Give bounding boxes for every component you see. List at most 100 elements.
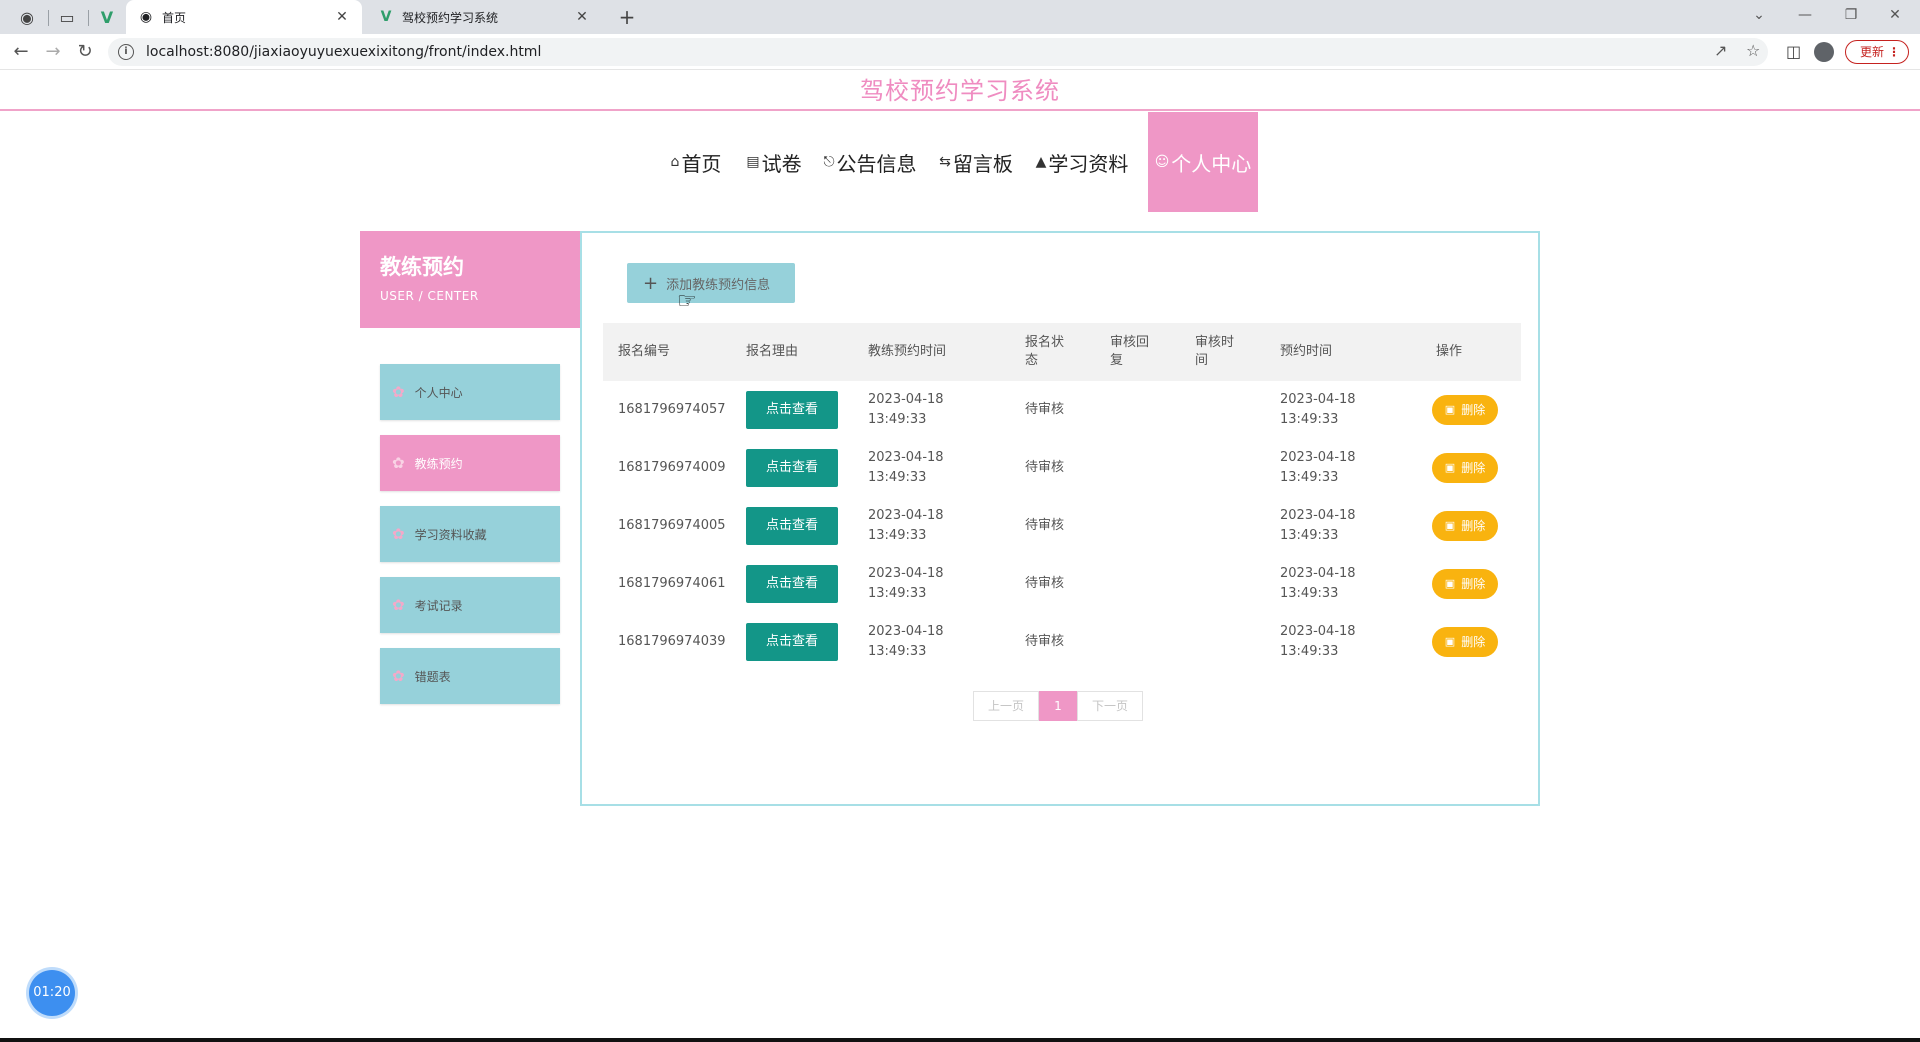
book-date: 2023-04-18 — [1280, 392, 1356, 407]
sidebar-item-exam-records[interactable]: ✿ 考试记录 — [380, 577, 560, 633]
delete-label: 删除 — [1461, 519, 1486, 533]
view-details-button[interactable]: 点击查看 — [746, 391, 838, 429]
more-menu-icon: ⋮ — [1888, 45, 1900, 59]
pinned-tab-window-icon[interactable]: ▭ — [50, 4, 84, 30]
book-time: 13:49:33 — [1280, 412, 1339, 427]
book-date: 2023-04-18 — [1280, 566, 1356, 581]
nav-label: 学习资料 — [1048, 151, 1129, 176]
column-header: 报名编号 — [618, 344, 671, 359]
nav-label: 留言板 — [952, 151, 1013, 176]
book-date: 2023-04-18 — [1280, 624, 1356, 639]
pinned-tab-globe-icon[interactable]: ◉ — [10, 4, 44, 30]
trash-icon: ▣ — [1444, 577, 1456, 590]
status-text: 待审核 — [1025, 402, 1065, 417]
view-details-button[interactable]: 点击查看 — [746, 507, 838, 545]
back-arrow-icon[interactable]: ← — [8, 40, 34, 64]
delete-button[interactable]: ▣ 删除 — [1432, 453, 1498, 483]
booking-id: 1681796974009 — [618, 460, 726, 475]
share-icon[interactable]: ↗ — [1714, 41, 1727, 60]
nav-item-message-board[interactable]: ⇆ 留言板 — [936, 112, 1016, 212]
vue-icon: V — [380, 9, 392, 25]
booking-time: 2023-04-18 13:49:33 — [1280, 439, 1400, 497]
forward-arrow-icon[interactable]: → — [40, 40, 66, 64]
browser-toolbar: ← → ↻ i localhost:8080/jiaxiaoyuyuexuexi… — [0, 34, 1920, 70]
minimize-button[interactable]: — — [1782, 0, 1828, 30]
nav-item-study-materials[interactable]: ▲ 学习资料 — [1032, 112, 1132, 212]
coach-time: 13:49:33 — [868, 586, 927, 601]
book-time: 13:49:33 — [1280, 470, 1339, 485]
update-button[interactable]: 更新 ⋮ — [1845, 40, 1909, 64]
sidebar-title: 教练预约 — [380, 255, 464, 279]
browser-tab[interactable]: V 驾校预约学习系统 ✕ — [366, 0, 602, 34]
home-icon: ⌂ — [670, 154, 680, 170]
site-info-icon[interactable]: i — [118, 44, 134, 60]
url-text: localhost:8080/jiaxiaoyuyuexuexixitong/f… — [146, 44, 542, 60]
new-tab-button[interactable]: + — [614, 4, 640, 30]
browser-tab-active[interactable]: ◉ 首页 ✕ — [126, 0, 362, 34]
view-details-button[interactable]: 点击查看 — [746, 565, 838, 603]
main-nav: ⌂ 首页 ▤ 试卷 ⎋ 公告信息 ⇆ 留言板 ▲ 学习资料 ☺ 个人中心 — [0, 112, 1920, 212]
actions-cell: ▣ 删除 — [1432, 381, 1512, 439]
trash-icon: ▣ — [1444, 461, 1456, 474]
review-time — [1195, 613, 1255, 671]
nav-item-paper[interactable]: ▤ 试卷 — [744, 112, 804, 212]
nav-item-notice[interactable]: ⎋ 公告信息 — [820, 112, 920, 212]
address-bar[interactable]: i localhost:8080/jiaxiaoyuyuexuexixitong… — [108, 38, 1768, 66]
reason-cell: 点击查看 — [746, 613, 846, 671]
page-number-current[interactable]: 1 — [1039, 691, 1077, 721]
reason-cell: 点击查看 — [746, 439, 846, 497]
delete-label: 删除 — [1461, 635, 1486, 649]
booking-table: 报名编号 报名理由 教练预约时间 报名状态 审核回复 审核时间 预约时间 操作 … — [603, 323, 1521, 671]
next-page-button[interactable]: 下一页 — [1077, 691, 1143, 721]
booking-time: 2023-04-18 13:49:33 — [1280, 555, 1400, 613]
close-tab-icon[interactable]: ✕ — [334, 9, 350, 25]
flower-icon: ✿ — [392, 596, 405, 614]
book-date: 2023-04-18 — [1280, 450, 1356, 465]
bookmark-star-icon[interactable]: ☆ — [1746, 41, 1760, 60]
tab-separator — [48, 10, 49, 26]
notice-icon: ⎋ — [823, 154, 835, 170]
coach-date: 2023-04-18 — [868, 566, 944, 581]
close-tab-icon[interactable]: ✕ — [574, 9, 590, 25]
sidebar-item-label: 考试记录 — [414, 598, 463, 613]
sidebar-item-wrong-questions[interactable]: ✿ 错题表 — [380, 648, 560, 704]
sidebar-item-user-center[interactable]: ✿ 个人中心 — [380, 364, 560, 420]
view-details-button[interactable]: 点击查看 — [746, 623, 838, 661]
profile-avatar[interactable] — [1814, 42, 1834, 62]
restore-button[interactable]: ❐ — [1828, 0, 1874, 30]
booking-id: 1681796974057 — [618, 402, 726, 417]
pinned-tab-vue-icon[interactable]: V — [90, 4, 124, 30]
column-header: 报名理由 — [746, 344, 799, 359]
sidebar-item-coach-booking[interactable]: ✿ 教练预约 — [380, 435, 560, 491]
review-reply — [1110, 497, 1170, 555]
delete-button[interactable]: ▣ 删除 — [1432, 627, 1498, 657]
column-header: 操作 — [1436, 344, 1463, 359]
prev-page-button[interactable]: 上一页 — [973, 691, 1039, 721]
close-window-button[interactable]: ✕ — [1872, 0, 1918, 30]
delete-button[interactable]: ▣ 删除 — [1432, 569, 1498, 599]
delete-button[interactable]: ▣ 删除 — [1432, 511, 1498, 541]
view-details-button[interactable]: 点击查看 — [746, 449, 838, 487]
status-text: 待审核 — [1025, 634, 1065, 649]
nav-label: 个人中心 — [1171, 151, 1252, 176]
recording-timer: 01:20 — [29, 970, 75, 1016]
reason-cell: 点击查看 — [746, 381, 846, 439]
coach-date: 2023-04-18 — [868, 508, 944, 523]
coach-booking-time: 2023-04-18 13:49:33 — [868, 381, 988, 439]
nav-label: 首页 — [681, 151, 722, 176]
reason-cell: 点击查看 — [746, 555, 846, 613]
side-panel-icon[interactable]: ◫ — [1786, 42, 1801, 61]
book-time: 13:49:33 — [1280, 586, 1339, 601]
sidebar-item-favorites[interactable]: ✿ 学习资料收藏 — [380, 506, 560, 562]
add-booking-button[interactable]: + 添加教练预约信息 — [627, 263, 795, 303]
booking-id: 1681796974005 — [618, 518, 726, 533]
sidebar-subtitle: USER / CENTER — [380, 289, 479, 303]
content-panel: + 添加教练预约信息 ☞ 报名编号 报名理由 教练预约时间 报名状态 审核回复 … — [580, 231, 1540, 806]
reload-icon[interactable]: ↻ — [72, 40, 98, 64]
coach-booking-time: 2023-04-18 13:49:33 — [868, 497, 988, 555]
tab-search-chevron-icon[interactable]: ⌄ — [1736, 0, 1782, 30]
delete-button[interactable]: ▣ 删除 — [1432, 395, 1498, 425]
nav-item-home[interactable]: ⌂ 首页 — [664, 112, 728, 212]
nav-item-user-center[interactable]: ☺ 个人中心 — [1148, 112, 1258, 212]
trash-icon: ▣ — [1444, 519, 1456, 532]
